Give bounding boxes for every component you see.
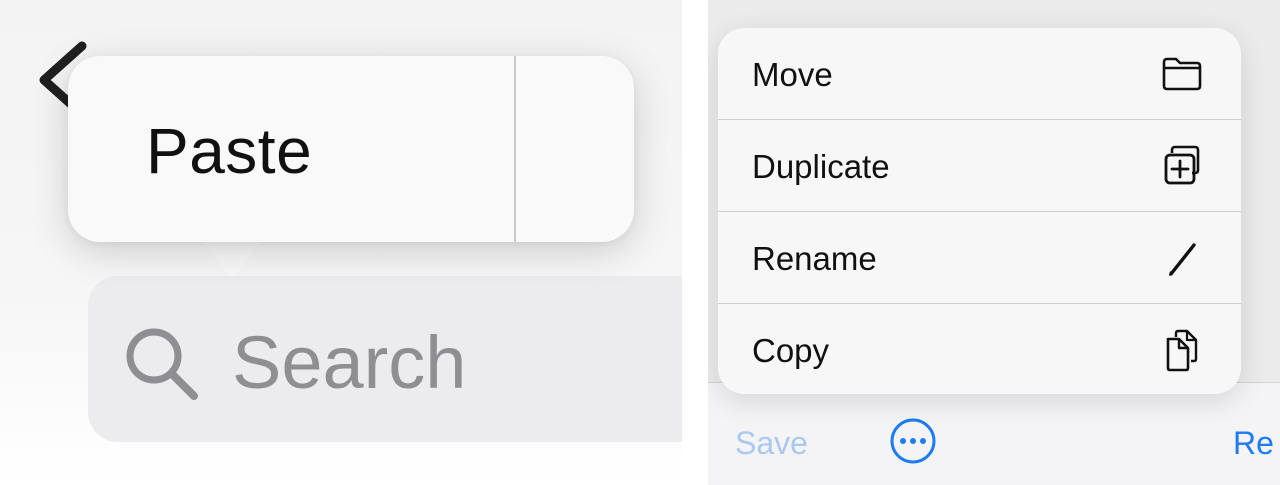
- menu-item-copy[interactable]: Copy: [718, 303, 1241, 394]
- file-context-panel: Save Re Move Duplicate Rename Copy: [708, 0, 1280, 485]
- paste-popover: Paste: [68, 56, 634, 242]
- folder-icon: [1162, 57, 1202, 91]
- toolbar-partial-button[interactable]: Re: [1233, 425, 1274, 462]
- paste-search-panel: Search Paste: [0, 0, 682, 485]
- menu-item-label: Duplicate: [752, 148, 890, 185]
- menu-item-rename[interactable]: Rename: [718, 211, 1241, 303]
- menu-item-label: Rename: [752, 240, 877, 277]
- paste-button[interactable]: Paste: [146, 114, 312, 188]
- magnifying-glass-icon: [126, 328, 198, 400]
- ellipsis-circle-icon[interactable]: [889, 417, 937, 465]
- save-button[interactable]: Save: [735, 425, 808, 462]
- menu-item-label: Move: [752, 56, 833, 93]
- context-menu: Move Duplicate Rename Copy: [718, 28, 1241, 394]
- menu-item-duplicate[interactable]: Duplicate: [718, 119, 1241, 211]
- popover-arrow: [200, 236, 264, 275]
- duplicate-plus-icon: [1164, 145, 1200, 185]
- menu-item-label: Copy: [752, 332, 830, 369]
- pencil-icon: [1169, 243, 1196, 276]
- search-field[interactable]: Search: [88, 276, 682, 442]
- bottom-toolbar: Save Re: [708, 382, 1280, 485]
- copy-documents-icon: [1166, 329, 1198, 372]
- popover-divider: [514, 56, 516, 242]
- search-placeholder: Search: [232, 321, 467, 404]
- menu-item-move[interactable]: Move: [718, 28, 1241, 120]
